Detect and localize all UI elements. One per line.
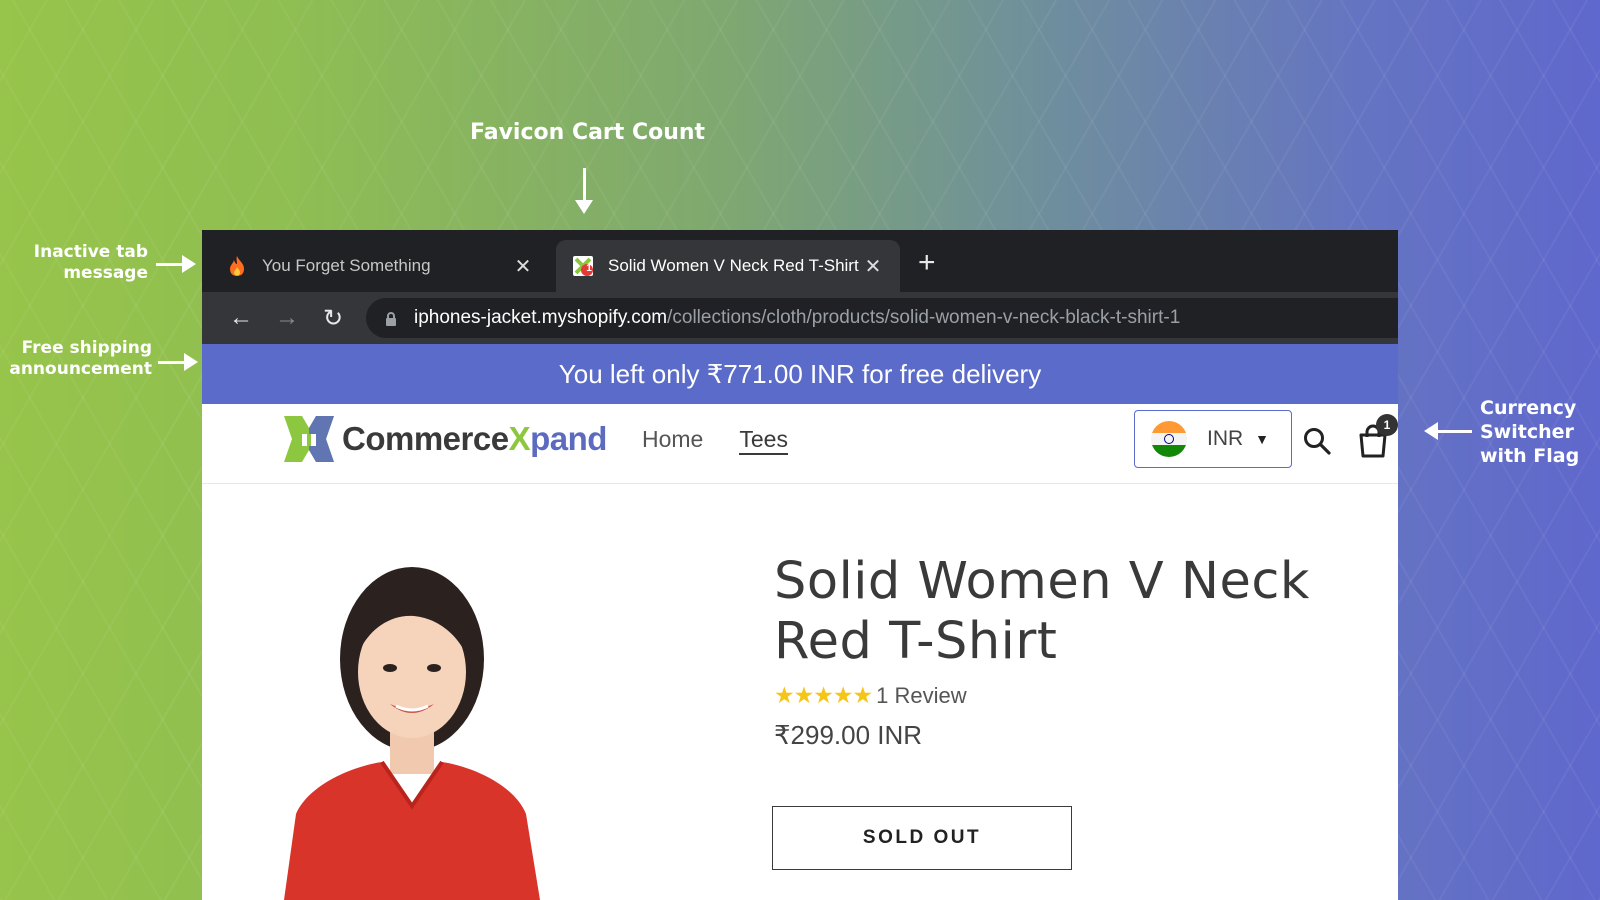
nav-home[interactable]: Home xyxy=(642,426,703,455)
annotation-line: announcement xyxy=(9,359,152,379)
currency-code: INR xyxy=(1207,427,1244,450)
cart-icon[interactable]: 1 xyxy=(1358,414,1398,458)
annotation-line: with Flag xyxy=(1480,445,1580,467)
chevron-down-icon: ▼ xyxy=(1255,431,1270,447)
cart-count-badge: 1 xyxy=(1376,414,1398,436)
currency-switcher[interactable]: INR ▼ xyxy=(1134,410,1292,468)
free-shipping-announcement: You left only ₹771.00 INR for free deliv… xyxy=(202,344,1398,404)
back-icon[interactable]: ← xyxy=(218,304,264,332)
logo-icon xyxy=(282,412,336,466)
down-arrow-icon xyxy=(575,168,593,214)
right-arrow-icon xyxy=(158,353,198,371)
inactive-tab-annotation: Inactive tab message xyxy=(20,242,148,284)
main-nav: Home Tees xyxy=(642,426,788,455)
free-shipping-annotation: Free shipping announcement xyxy=(4,338,152,380)
tab-title: Solid Women V Neck Red T-Shirt xyxy=(608,256,859,275)
forward-icon[interactable]: → xyxy=(264,304,310,332)
logo-text-part: X xyxy=(508,420,531,457)
tab-title: You Forget Something xyxy=(262,256,431,275)
star-rating-icon: ★★★★★ xyxy=(774,682,873,708)
annotation-line: message xyxy=(63,263,148,283)
url-domain: iphones-jacket.myshopify.com xyxy=(414,307,668,328)
currency-switcher-annotation: Currency Switcher with Flag xyxy=(1480,396,1579,468)
browser-toolbar: ← → ↻ iphones-jacket.myshopify.com /coll… xyxy=(202,292,1398,344)
nav-tees[interactable]: Tees xyxy=(739,426,788,455)
new-tab-icon[interactable]: + xyxy=(918,248,936,278)
right-arrow-icon xyxy=(156,255,196,273)
product-section: Solid Women V Neck Red T-Shirt ★★★★★ 1 R… xyxy=(202,484,1398,900)
review-count: 1 Review xyxy=(876,682,967,708)
left-arrow-icon xyxy=(1424,422,1472,440)
close-icon[interactable]: ✕ xyxy=(512,254,534,279)
close-icon[interactable]: ✕ xyxy=(862,254,884,279)
annotation-line: Currency xyxy=(1480,397,1577,419)
sold-out-button[interactable]: SOLD OUT xyxy=(772,806,1072,870)
reload-icon[interactable]: ↻ xyxy=(310,304,356,333)
product-title: Solid Women V Neck Red T-Shirt xyxy=(774,552,1310,671)
annotation-line: Switcher xyxy=(1480,421,1574,443)
product-image[interactable] xyxy=(264,544,564,900)
favicon-cart-count-annotation: Favicon Cart Count xyxy=(470,120,706,145)
india-flag-icon xyxy=(1151,421,1187,457)
search-icon[interactable] xyxy=(1302,426,1332,456)
fire-icon xyxy=(226,255,248,277)
browser-window: You Forget Something ✕ 1 Solid Women V N… xyxy=(202,230,1398,900)
store-header: CommerceXpand Home Tees INR ▼ 1 xyxy=(202,404,1398,484)
product-rating[interactable]: ★★★★★ 1 Review xyxy=(774,682,967,709)
store-logo[interactable]: CommerceXpand xyxy=(282,412,607,466)
lock-icon xyxy=(384,311,398,326)
logo-text-part: pand xyxy=(530,420,607,457)
address-bar[interactable]: iphones-jacket.myshopify.com /collection… xyxy=(366,298,1398,338)
logo-text: CommerceXpand xyxy=(342,420,607,458)
url-path: /collections/cloth/products/solid-women-… xyxy=(667,307,1181,328)
cart-count-favicon-icon: 1 xyxy=(572,255,594,277)
product-price: ₹299.00 INR xyxy=(774,720,923,750)
tab-inactive[interactable]: You Forget Something ✕ xyxy=(210,240,550,292)
logo-text-part: Commerce xyxy=(342,420,509,457)
tab-active[interactable]: 1 Solid Women V Neck Red T-Shirt ✕ xyxy=(556,240,900,292)
favicon-badge: 1 xyxy=(586,263,592,274)
tab-bar: You Forget Something ✕ 1 Solid Women V N… xyxy=(202,230,1398,292)
annotation-line: Inactive tab xyxy=(33,242,148,262)
annotation-line: Free shipping xyxy=(21,338,152,358)
